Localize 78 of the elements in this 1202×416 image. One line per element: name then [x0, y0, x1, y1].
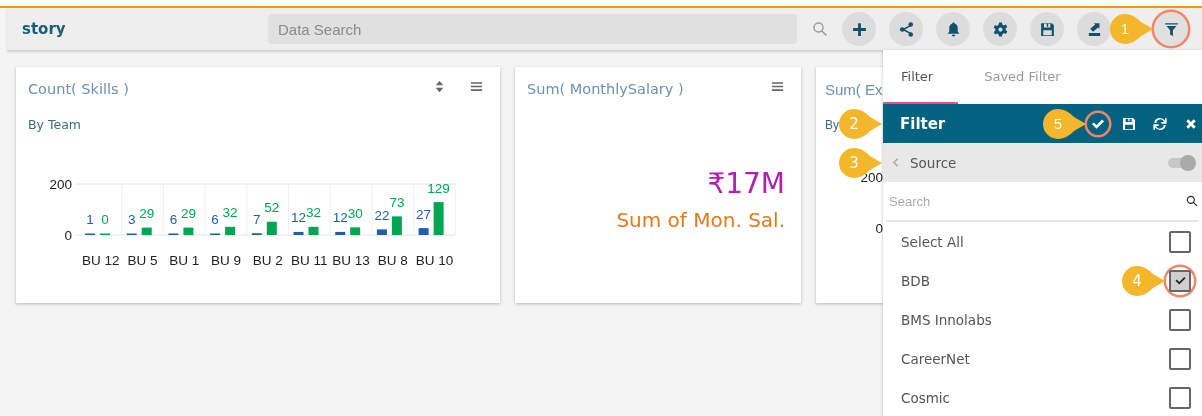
toolbar-button[interactable] [842, 12, 876, 46]
data-label: 32 [306, 205, 321, 221]
widget-title: Count( Skills ) [28, 80, 129, 97]
panel-tab[interactable]: Saved Filter [966, 50, 1079, 104]
widget-subtitle: By [825, 118, 839, 132]
widget-title: Sum( MonthlySalary ) [527, 80, 684, 97]
data-label: 30 [347, 205, 363, 221]
bar [141, 227, 152, 235]
data-label: 129 [427, 180, 450, 196]
toolbar-button[interactable] [936, 12, 970, 46]
data-label: 27 [416, 206, 432, 222]
data-label: 32 [222, 205, 238, 221]
data-label: 7 [253, 211, 261, 227]
category-label: BU 12 [82, 252, 120, 268]
data-label: 22 [374, 207, 390, 223]
plus-icon [850, 20, 868, 38]
data-label: 6 [169, 211, 178, 227]
axis-tick-label: 0 [875, 221, 883, 236]
category-label: BU 13 [332, 252, 370, 268]
kpi-caption: Sum of Mon. Sal. [615, 208, 785, 232]
category-label: BU 11 [291, 252, 328, 268]
menu-icon[interactable] [770, 79, 785, 94]
bar [418, 228, 429, 235]
data-label: 73 [389, 194, 405, 210]
category-label: BU 5 [127, 252, 158, 268]
bar [225, 226, 236, 235]
bar [308, 226, 319, 235]
search-icon[interactable] [1185, 194, 1199, 208]
toolbar-button[interactable] [1077, 12, 1111, 46]
step-callout: 1 [1110, 14, 1154, 44]
data-label: 12 [332, 210, 348, 226]
bar [293, 231, 304, 235]
bar [391, 216, 402, 235]
toolbar-button[interactable] [1030, 12, 1064, 46]
bar [183, 227, 194, 235]
data-label: 52 [264, 200, 280, 216]
menu-icon[interactable] [469, 79, 484, 94]
axis-tick-label: 0 [64, 227, 72, 243]
step-callout: 2 [839, 108, 883, 139]
story-title: story [21, 20, 67, 38]
step-callout: 4 [1122, 265, 1166, 296]
data-label: 6 [211, 211, 219, 227]
category-label: BU 10 [415, 252, 454, 268]
data-search-field[interactable]: Data Search [268, 14, 797, 44]
option-label: BMS Innolabs [901, 311, 992, 328]
bar [376, 229, 387, 235]
source-label: Source [910, 154, 958, 171]
kpi-value: ₹17M [706, 167, 785, 200]
filter-icon [1162, 20, 1180, 38]
option-label: BDB [901, 272, 930, 289]
filter-title: Filter [900, 114, 946, 133]
toolbar-button[interactable] [983, 12, 1017, 46]
data-label: 1 [86, 212, 94, 227]
data-label: 29 [139, 206, 155, 222]
data-label: 3 [127, 212, 136, 227]
data-label: 0 [101, 212, 109, 227]
widget-title: Sum( Ex [825, 80, 883, 98]
option-label: Cosmic [901, 389, 951, 406]
bar [350, 227, 361, 235]
option-label: CareerNet [901, 350, 970, 367]
toggle-switch[interactable] [1168, 157, 1194, 168]
data-label: 12 [291, 210, 306, 226]
option-label: Select All [901, 233, 964, 250]
category-label: BU 2 [252, 252, 283, 268]
share-icon [897, 20, 915, 38]
refresh-icon [1152, 115, 1168, 132]
bar [266, 221, 277, 235]
category-label: BU 9 [210, 252, 241, 268]
category-label: BU 1 [169, 252, 200, 268]
data-label: 29 [180, 206, 196, 222]
bar [335, 231, 346, 235]
toolbar-button[interactable] [889, 12, 923, 46]
axis-tick-label: 200 [49, 176, 72, 192]
settings-icon [991, 20, 1009, 38]
widget-subtitle: By Team [28, 117, 82, 132]
step-callout: 5 [1043, 108, 1087, 139]
bar [433, 202, 444, 235]
category-label: BU 8 [377, 252, 408, 268]
